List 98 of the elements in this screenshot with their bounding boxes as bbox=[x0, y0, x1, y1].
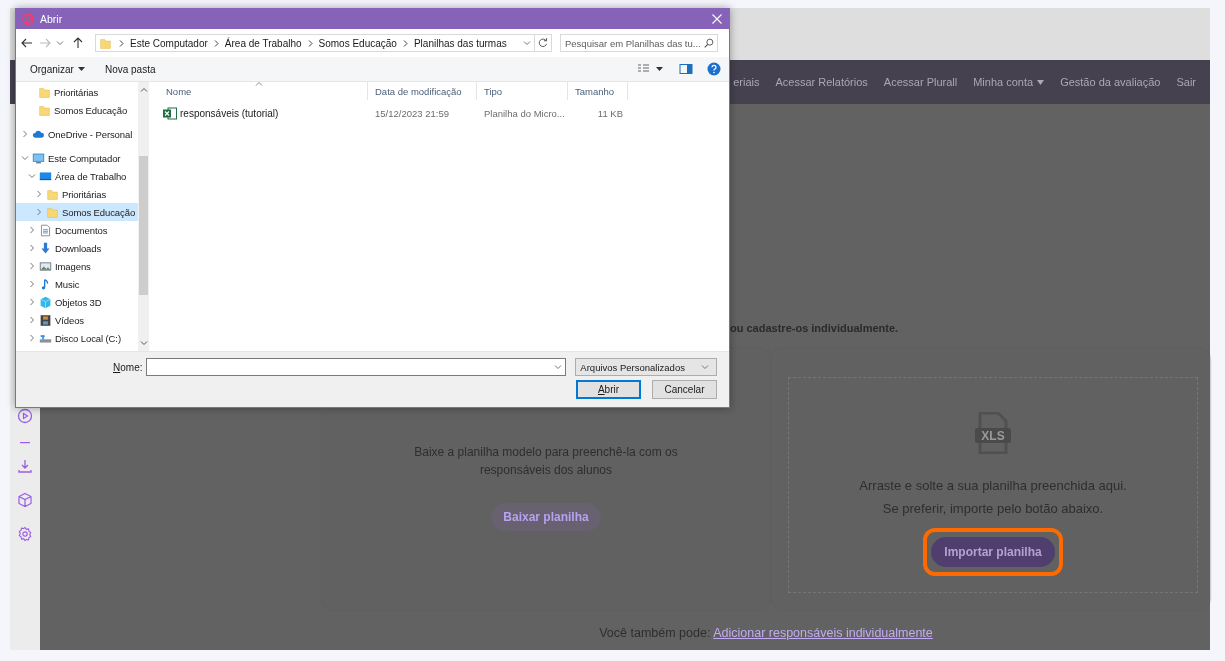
back-arrow-icon[interactable] bbox=[20, 36, 34, 50]
file-type-dropdown[interactable]: Arquivos Personalizados bbox=[575, 358, 717, 376]
new-folder-button[interactable]: Nova pasta bbox=[104, 63, 156, 75]
file-name-field[interactable] bbox=[146, 358, 567, 376]
chevron-right-icon[interactable] bbox=[28, 226, 36, 234]
nav-link[interactable]: Sair bbox=[1168, 76, 1204, 88]
help-icon[interactable] bbox=[707, 62, 721, 76]
chevron-right-icon[interactable] bbox=[28, 334, 36, 342]
sort-caret-icon bbox=[255, 81, 263, 86]
tree-item[interactable]: Prioritárias bbox=[16, 83, 138, 101]
chevron-right-icon[interactable] bbox=[35, 190, 43, 198]
tree-item[interactable]: Objetos 3D bbox=[16, 293, 138, 311]
download-icon bbox=[39, 241, 52, 255]
chevron-down-icon bbox=[701, 363, 709, 371]
chevron-right-icon[interactable] bbox=[35, 208, 43, 216]
nav-link[interactable]: Minha conta bbox=[965, 76, 1053, 88]
tree-item[interactable]: Somos Educação bbox=[16, 101, 138, 119]
file-row[interactable]: responsáveis (tutorial) 15/12/2023 21:59 Planilha do Micro... 11 KB bbox=[159, 104, 729, 122]
column-header[interactable]: Data de modificação bbox=[368, 82, 477, 100]
chevron-right-icon[interactable] bbox=[28, 298, 36, 306]
folder-icon bbox=[38, 103, 51, 117]
tree-item[interactable]: Prioritárias bbox=[16, 185, 138, 203]
folder-icon bbox=[38, 85, 51, 99]
up-arrow-icon[interactable] bbox=[71, 36, 85, 50]
breadcrumb-item[interactable]: Este Computador bbox=[128, 37, 210, 49]
scroll-down-icon[interactable] bbox=[139, 339, 148, 347]
tree-item[interactable]: Downloads bbox=[16, 239, 138, 257]
tree-item[interactable]: Área de Trabalho bbox=[16, 167, 138, 185]
chevron-right-icon bbox=[401, 38, 409, 48]
monitor-icon bbox=[39, 169, 52, 183]
tree-item[interactable]: Disco Local (C:) bbox=[16, 329, 138, 347]
column-header[interactable]: Tamanho bbox=[568, 82, 628, 100]
scroll-up-icon[interactable] bbox=[139, 86, 148, 94]
cube-icon[interactable] bbox=[17, 492, 33, 508]
document-icon bbox=[39, 223, 52, 237]
file-size: 11 KB bbox=[596, 107, 624, 119]
import-button[interactable]: Importar planilha bbox=[931, 537, 1055, 567]
chevron-down-icon[interactable] bbox=[56, 39, 64, 47]
chevron-right-icon[interactable] bbox=[28, 244, 36, 252]
tree-item[interactable]: Vídeos bbox=[16, 311, 138, 329]
modified-date: 15/12/2023 21:59 bbox=[374, 107, 450, 119]
nav-link[interactable]: Acessar Plurall bbox=[875, 76, 966, 88]
chevron-down-icon[interactable] bbox=[554, 363, 563, 371]
file-type-label: XLS bbox=[981, 429, 1005, 443]
settings-icon[interactable] bbox=[17, 526, 33, 542]
scrollbar[interactable] bbox=[138, 82, 149, 351]
chevron-down-icon[interactable] bbox=[28, 172, 36, 180]
nav-link[interactable]: Acessar Relatórios bbox=[767, 76, 876, 88]
chevron-right-icon[interactable] bbox=[28, 280, 36, 288]
organize-menu[interactable]: Organizar bbox=[30, 63, 85, 75]
chevron-right-icon[interactable] bbox=[28, 316, 36, 324]
nav-link[interactable]: Gestão da avaliação bbox=[1052, 76, 1169, 88]
breadcrumb-item[interactable]: Planilhas das turmas bbox=[411, 37, 509, 49]
intro-text: ou cadastre-os individualmente. bbox=[730, 322, 900, 336]
computer-icon bbox=[32, 151, 45, 165]
folder-icon bbox=[46, 187, 59, 201]
chevron-right-icon[interactable] bbox=[28, 262, 36, 270]
refresh-icon[interactable] bbox=[534, 34, 552, 52]
column-header[interactable]: Tipo bbox=[477, 82, 568, 100]
caret-icon bbox=[77, 67, 85, 71]
tree-item[interactable]: Este Computador bbox=[16, 149, 138, 167]
preview-pane-icon[interactable] bbox=[679, 62, 693, 76]
cube-icon bbox=[39, 295, 52, 309]
chevron-right-icon[interactable] bbox=[21, 130, 29, 138]
scroll-thumb[interactable] bbox=[139, 156, 148, 295]
tree-item[interactable]: Somos Educação bbox=[16, 203, 138, 221]
breadcrumb-item[interactable]: Área de Trabalho bbox=[222, 37, 304, 49]
divider-icon bbox=[20, 442, 30, 444]
folder-icon bbox=[46, 205, 59, 219]
download-icon[interactable] bbox=[17, 458, 33, 474]
play-icon[interactable] bbox=[17, 408, 33, 424]
chevron-down-icon[interactable] bbox=[21, 154, 29, 162]
chevron-right-icon bbox=[118, 38, 125, 48]
file-type: Planilha do Micro... bbox=[483, 107, 566, 119]
tree-item[interactable]: Music bbox=[16, 275, 138, 293]
search-field[interactable]: Pesquisar em Planilhas das tu... bbox=[560, 34, 718, 52]
cancel-button[interactable]: Cancelar bbox=[652, 380, 717, 399]
address-bar[interactable]: Este Computador Área de Trabalho Somos Educação Planilhas das turmas bbox=[95, 34, 535, 52]
spreadsheet-icon bbox=[163, 106, 177, 120]
file-name: responsáveis (tutorial) bbox=[180, 107, 279, 119]
film-icon bbox=[39, 313, 52, 327]
search-icon bbox=[703, 37, 715, 49]
image-icon bbox=[39, 259, 52, 273]
breadcrumb-item[interactable]: Somos Educação bbox=[316, 37, 399, 49]
name-label: Nome: bbox=[113, 361, 143, 373]
window-title: Abrir bbox=[40, 13, 64, 25]
chevron-right-icon bbox=[212, 38, 220, 48]
column-header[interactable]: Nome bbox=[159, 82, 368, 100]
chevron-right-icon bbox=[306, 38, 314, 48]
folder-icon bbox=[99, 36, 112, 50]
open-button[interactable]: Abrir bbox=[576, 380, 641, 399]
caret-icon bbox=[1037, 79, 1045, 85]
app-icon bbox=[22, 13, 34, 25]
tree-item[interactable]: OneDrive - Personal bbox=[16, 125, 138, 143]
tree-item[interactable]: Documentos bbox=[16, 221, 138, 239]
tree-item[interactable]: Imagens bbox=[16, 257, 138, 275]
close-icon[interactable] bbox=[711, 13, 723, 25]
chevron-down-icon[interactable] bbox=[523, 39, 531, 47]
